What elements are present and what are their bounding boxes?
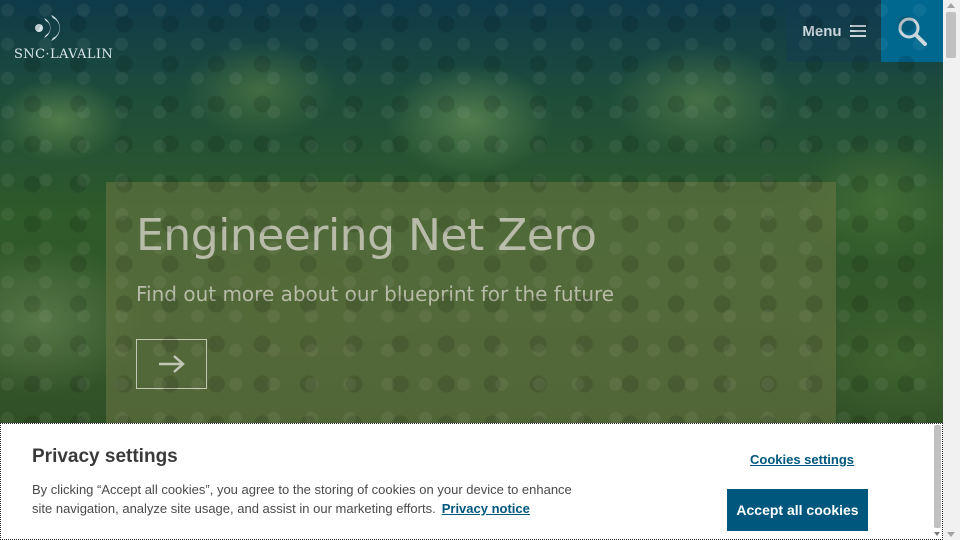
cookie-banner-title: Privacy settings xyxy=(32,446,178,467)
scroll-down-arrow-icon[interactable] xyxy=(947,532,955,537)
search-icon xyxy=(898,17,927,46)
page-scrollbar[interactable] xyxy=(943,0,960,540)
site-logo[interactable]: SNC·LAVALIN xyxy=(14,14,118,64)
cookie-banner-scrollbar[interactable] xyxy=(933,424,942,539)
hero-arrow-button[interactable] xyxy=(136,339,207,389)
search-button[interactable] xyxy=(881,0,943,62)
logo-mark-icon xyxy=(35,15,60,41)
accept-all-cookies-button[interactable]: Accept all cookies xyxy=(727,489,868,531)
arrow-right-icon xyxy=(158,355,185,373)
cookie-banner-text: By clicking “Accept all cookies”, you ag… xyxy=(32,480,592,518)
scroll-thumb[interactable] xyxy=(946,12,956,58)
privacy-notice-link[interactable]: Privacy notice xyxy=(442,501,530,516)
menu-button[interactable]: Menu xyxy=(786,0,882,62)
cookie-banner: Privacy settings By clicking “Accept all… xyxy=(0,423,943,540)
hero-subtitle: Find out more about our blueprint for th… xyxy=(136,282,615,306)
menu-label: Menu xyxy=(802,22,842,40)
hero-title: Engineering Net Zero xyxy=(136,210,597,261)
cookie-scroll-thumb[interactable] xyxy=(934,425,941,528)
cookie-scroll-down-arrow-icon[interactable] xyxy=(934,532,940,536)
cookies-settings-link[interactable]: Cookies settings xyxy=(750,452,854,467)
hero-promo-panel: Engineering Net Zero Find out more about… xyxy=(106,182,836,427)
logo-text: SNC·LAVALIN xyxy=(14,47,114,62)
hamburger-icon xyxy=(849,25,866,37)
scroll-up-arrow-icon[interactable] xyxy=(947,3,955,8)
